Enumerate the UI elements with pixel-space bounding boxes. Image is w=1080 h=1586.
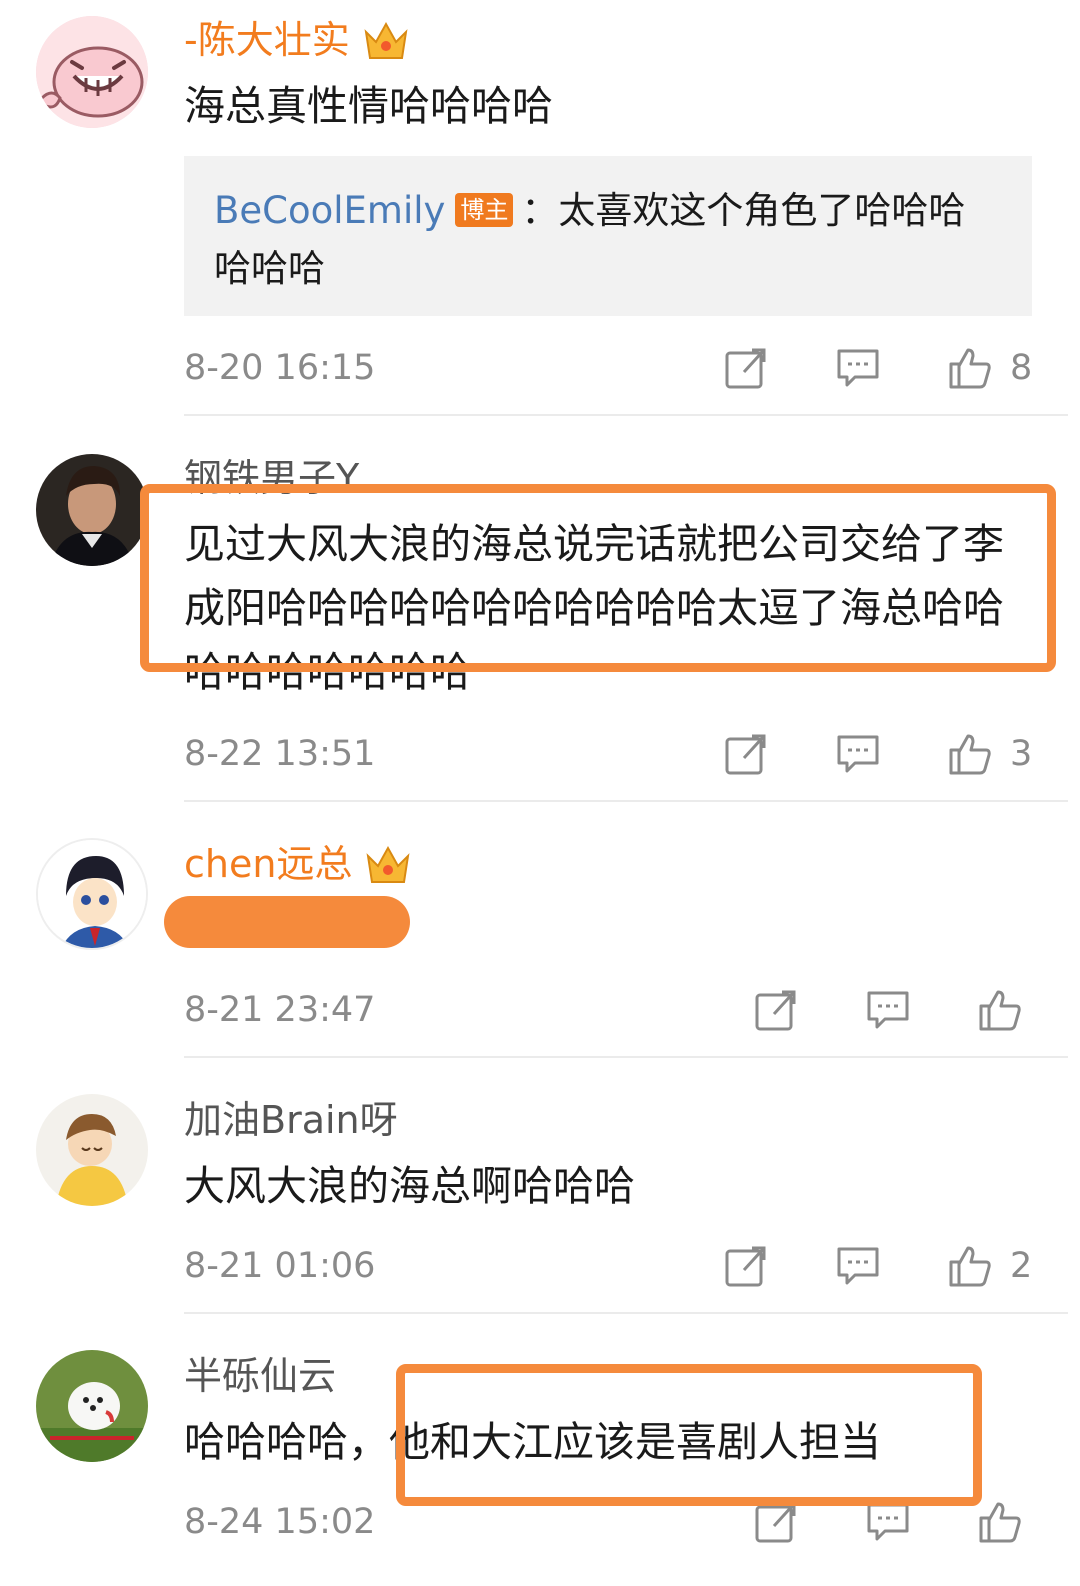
comment-item: 加油Brain呀 大风大浪的海总啊哈哈哈 8-21 01:06 2	[0, 1058, 1080, 1314]
comment-meta: 8-21 23:47	[184, 982, 1032, 1038]
username[interactable]: -陈大壮实	[184, 12, 350, 68]
username[interactable]: 加油Brain呀	[184, 1092, 398, 1148]
like-count: 8	[1010, 348, 1033, 388]
comment-icon[interactable]	[866, 988, 910, 1032]
share-icon[interactable]	[754, 1500, 798, 1544]
reply-username[interactable]: BeCoolEmily	[214, 189, 445, 232]
user-row: 加油Brain呀	[184, 1092, 398, 1148]
avatar[interactable]	[36, 1094, 148, 1206]
author-badge: 博主	[455, 193, 514, 227]
comment-meta: 8-20 16:15 8	[184, 340, 1032, 396]
thumbs-up-icon[interactable]	[948, 732, 992, 776]
thumbs-up-icon[interactable]	[978, 1500, 1022, 1544]
user-row: -陈大壮实	[184, 12, 410, 68]
comment-icon[interactable]	[836, 346, 880, 390]
user-row: 半砾仙云	[184, 1348, 336, 1404]
thumbs-up-icon[interactable]	[948, 1244, 992, 1288]
username[interactable]: chen远总	[184, 836, 352, 892]
share-icon[interactable]	[724, 346, 768, 390]
avatar[interactable]	[36, 1350, 148, 1462]
comment-meta: 8-21 01:06 2	[184, 1238, 1032, 1294]
comment-item: chen远总 8-21 23:47	[0, 802, 1080, 1058]
reply-text: BeCoolEmily 博主 ：太喜欢这个角色了哈哈哈哈哈哈	[214, 182, 1002, 298]
redaction-mark	[164, 896, 410, 948]
timestamp: 8-24 15:02	[184, 1502, 376, 1542]
comment-text: 见过大风大浪的海总说完话就把公司交给了李成阳哈哈哈哈哈哈哈哈哈哈哈太逗了海总哈哈…	[184, 520, 1004, 696]
timestamp: 8-22 13:51	[184, 734, 376, 774]
user-row: chen远总	[184, 836, 412, 892]
comment-meta: 8-24 15:02	[184, 1494, 1032, 1550]
avatar[interactable]	[36, 838, 148, 950]
share-icon[interactable]	[754, 988, 798, 1032]
comment-icon[interactable]	[836, 1244, 880, 1288]
crown-icon	[362, 18, 410, 62]
share-icon[interactable]	[724, 1244, 768, 1288]
share-icon[interactable]	[724, 732, 768, 776]
crown-icon	[364, 842, 412, 886]
like-count: 3	[1010, 734, 1033, 774]
comment-meta: 8-22 13:51 3	[184, 726, 1032, 782]
avatar[interactable]	[36, 454, 148, 566]
reply-separator: ：	[521, 189, 559, 232]
reply-preview[interactable]: BeCoolEmily 博主 ：太喜欢这个角色了哈哈哈哈哈哈	[184, 156, 1032, 316]
username[interactable]: 钢铁男子Y	[184, 450, 359, 506]
comment-icon[interactable]	[836, 732, 880, 776]
comment-item: 钢铁男子Y 见过大风大浪的海总说完话就把公司交给了李成阳哈哈哈哈哈哈哈哈哈哈哈太…	[0, 416, 1080, 802]
comment-text: 海总真性情哈哈哈哈	[184, 82, 553, 130]
like-count: 2	[1010, 1246, 1033, 1286]
comment-item: -陈大壮实 海总真性情哈哈哈哈 BeCoolEmily 博主 ：太喜欢这个角色了哈哈…	[0, 0, 1080, 416]
comment-text: 哈哈哈哈，他和大江应该是喜剧人担当	[184, 1418, 881, 1466]
avatar[interactable]	[36, 16, 148, 128]
timestamp: 8-21 23:47	[184, 990, 376, 1030]
user-row: 钢铁男子Y	[184, 450, 359, 506]
comment-icon[interactable]	[866, 1500, 910, 1544]
timestamp: 8-21 01:06	[184, 1246, 376, 1286]
thumbs-up-icon[interactable]	[948, 346, 992, 390]
comment-text: 大风大浪的海总啊哈哈哈	[184, 1162, 635, 1210]
thumbs-up-icon[interactable]	[978, 988, 1022, 1032]
timestamp: 8-20 16:15	[184, 348, 376, 388]
comment-item: 半砾仙云 哈哈哈哈，他和大江应该是喜剧人担当 8-24 15:02	[0, 1314, 1080, 1586]
username[interactable]: 半砾仙云	[184, 1348, 336, 1404]
